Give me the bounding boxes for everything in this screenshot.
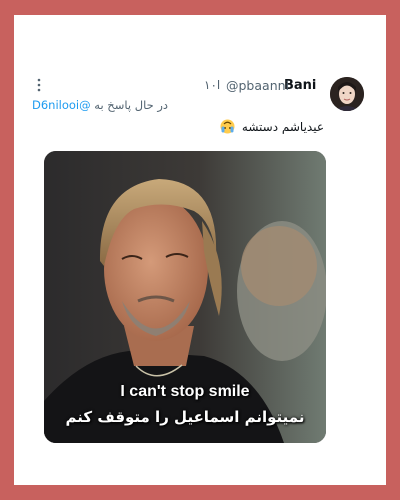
tweet-text: عیدیاشم دستشه xyxy=(241,120,324,134)
upside-down-crying-face-icon xyxy=(220,119,235,134)
subtitle-persian: نمیتوانم اسماعیل را متوقف کنم xyxy=(65,408,305,426)
tweet-card: Bani @pbaanni ۱۰ا در حال پاسخ به @D6nilo… xyxy=(14,15,386,485)
subtitle-english: I can't stop smile xyxy=(120,383,250,400)
author-handle[interactable]: @pbaanni xyxy=(226,78,289,93)
replying-to-handle[interactable]: @D6nilooi xyxy=(32,98,91,112)
tweet-header: Bani @pbaanni ۱۰ا در حال پاسخ به @D6nilo… xyxy=(14,15,386,155)
tweet-text-row: عیدیاشم دستشه xyxy=(220,119,324,134)
more-options-icon[interactable] xyxy=(36,77,42,93)
tweet-media-image[interactable]: I can't stop smile نمیتوانم اسماعیل را م… xyxy=(44,151,326,443)
avatar[interactable] xyxy=(330,77,364,111)
replying-to-label: در حال پاسخ به xyxy=(94,98,169,112)
replying-to: در حال پاسخ به @D6nilooi xyxy=(32,98,192,112)
post-time[interactable]: ۱۰ا xyxy=(204,78,220,92)
